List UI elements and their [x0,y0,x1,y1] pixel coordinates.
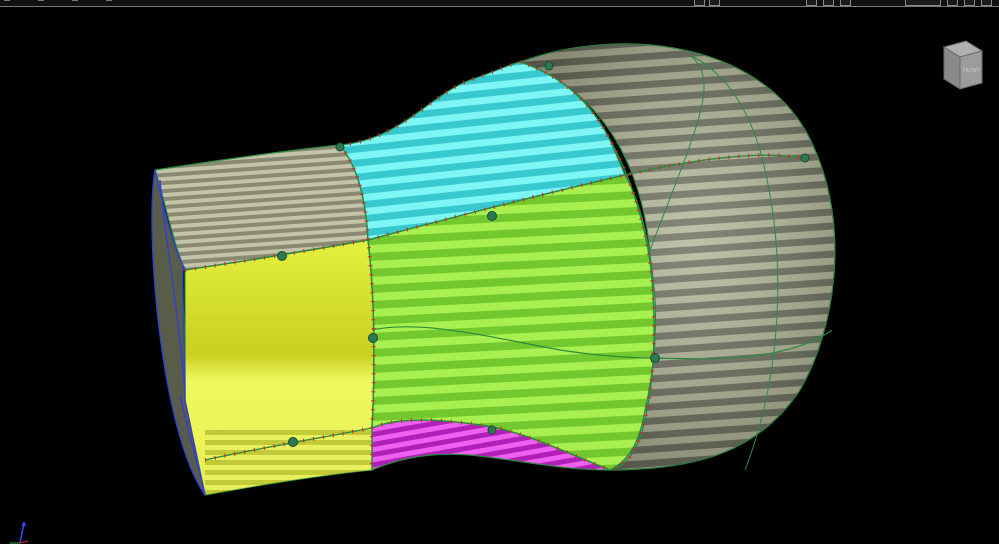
neck-bottom-stripes [205,425,372,495]
menu-icon[interactable] [106,0,112,5]
menu-icon[interactable] [72,0,78,5]
toolbar-button[interactable] [823,0,834,6]
window-maximize-icon[interactable] [964,0,975,6]
toolbar-button[interactable] [840,0,851,6]
control-point[interactable] [368,333,378,343]
cad-application: FRONT [0,0,999,544]
toolbar-button[interactable] [709,0,720,6]
view-cube-label: FRONT [962,68,980,74]
control-point[interactable] [277,251,287,261]
toolbar-button[interactable] [806,0,817,6]
graphics-viewport[interactable]: FRONT [0,7,999,544]
toolbar-menu-strip [4,0,112,6]
axis-triad-icon [10,521,29,544]
control-point[interactable] [544,61,554,71]
menu-icon[interactable] [4,0,10,5]
control-point[interactable] [335,142,345,152]
top-toolbar [0,0,999,7]
control-point[interactable] [487,425,497,435]
menu-icon[interactable] [38,0,44,5]
control-point[interactable] [800,153,810,163]
control-point[interactable] [288,437,298,447]
control-point[interactable] [487,211,497,221]
window-close-icon[interactable] [981,0,992,6]
toolbar-button[interactable] [694,0,705,6]
control-point[interactable] [650,353,660,363]
3d-model-view[interactable] [0,7,999,544]
toolbar-dropdown[interactable] [905,0,941,6]
view-cube-icon[interactable]: FRONT [930,39,986,95]
window-restore-icon[interactable] [947,0,958,6]
